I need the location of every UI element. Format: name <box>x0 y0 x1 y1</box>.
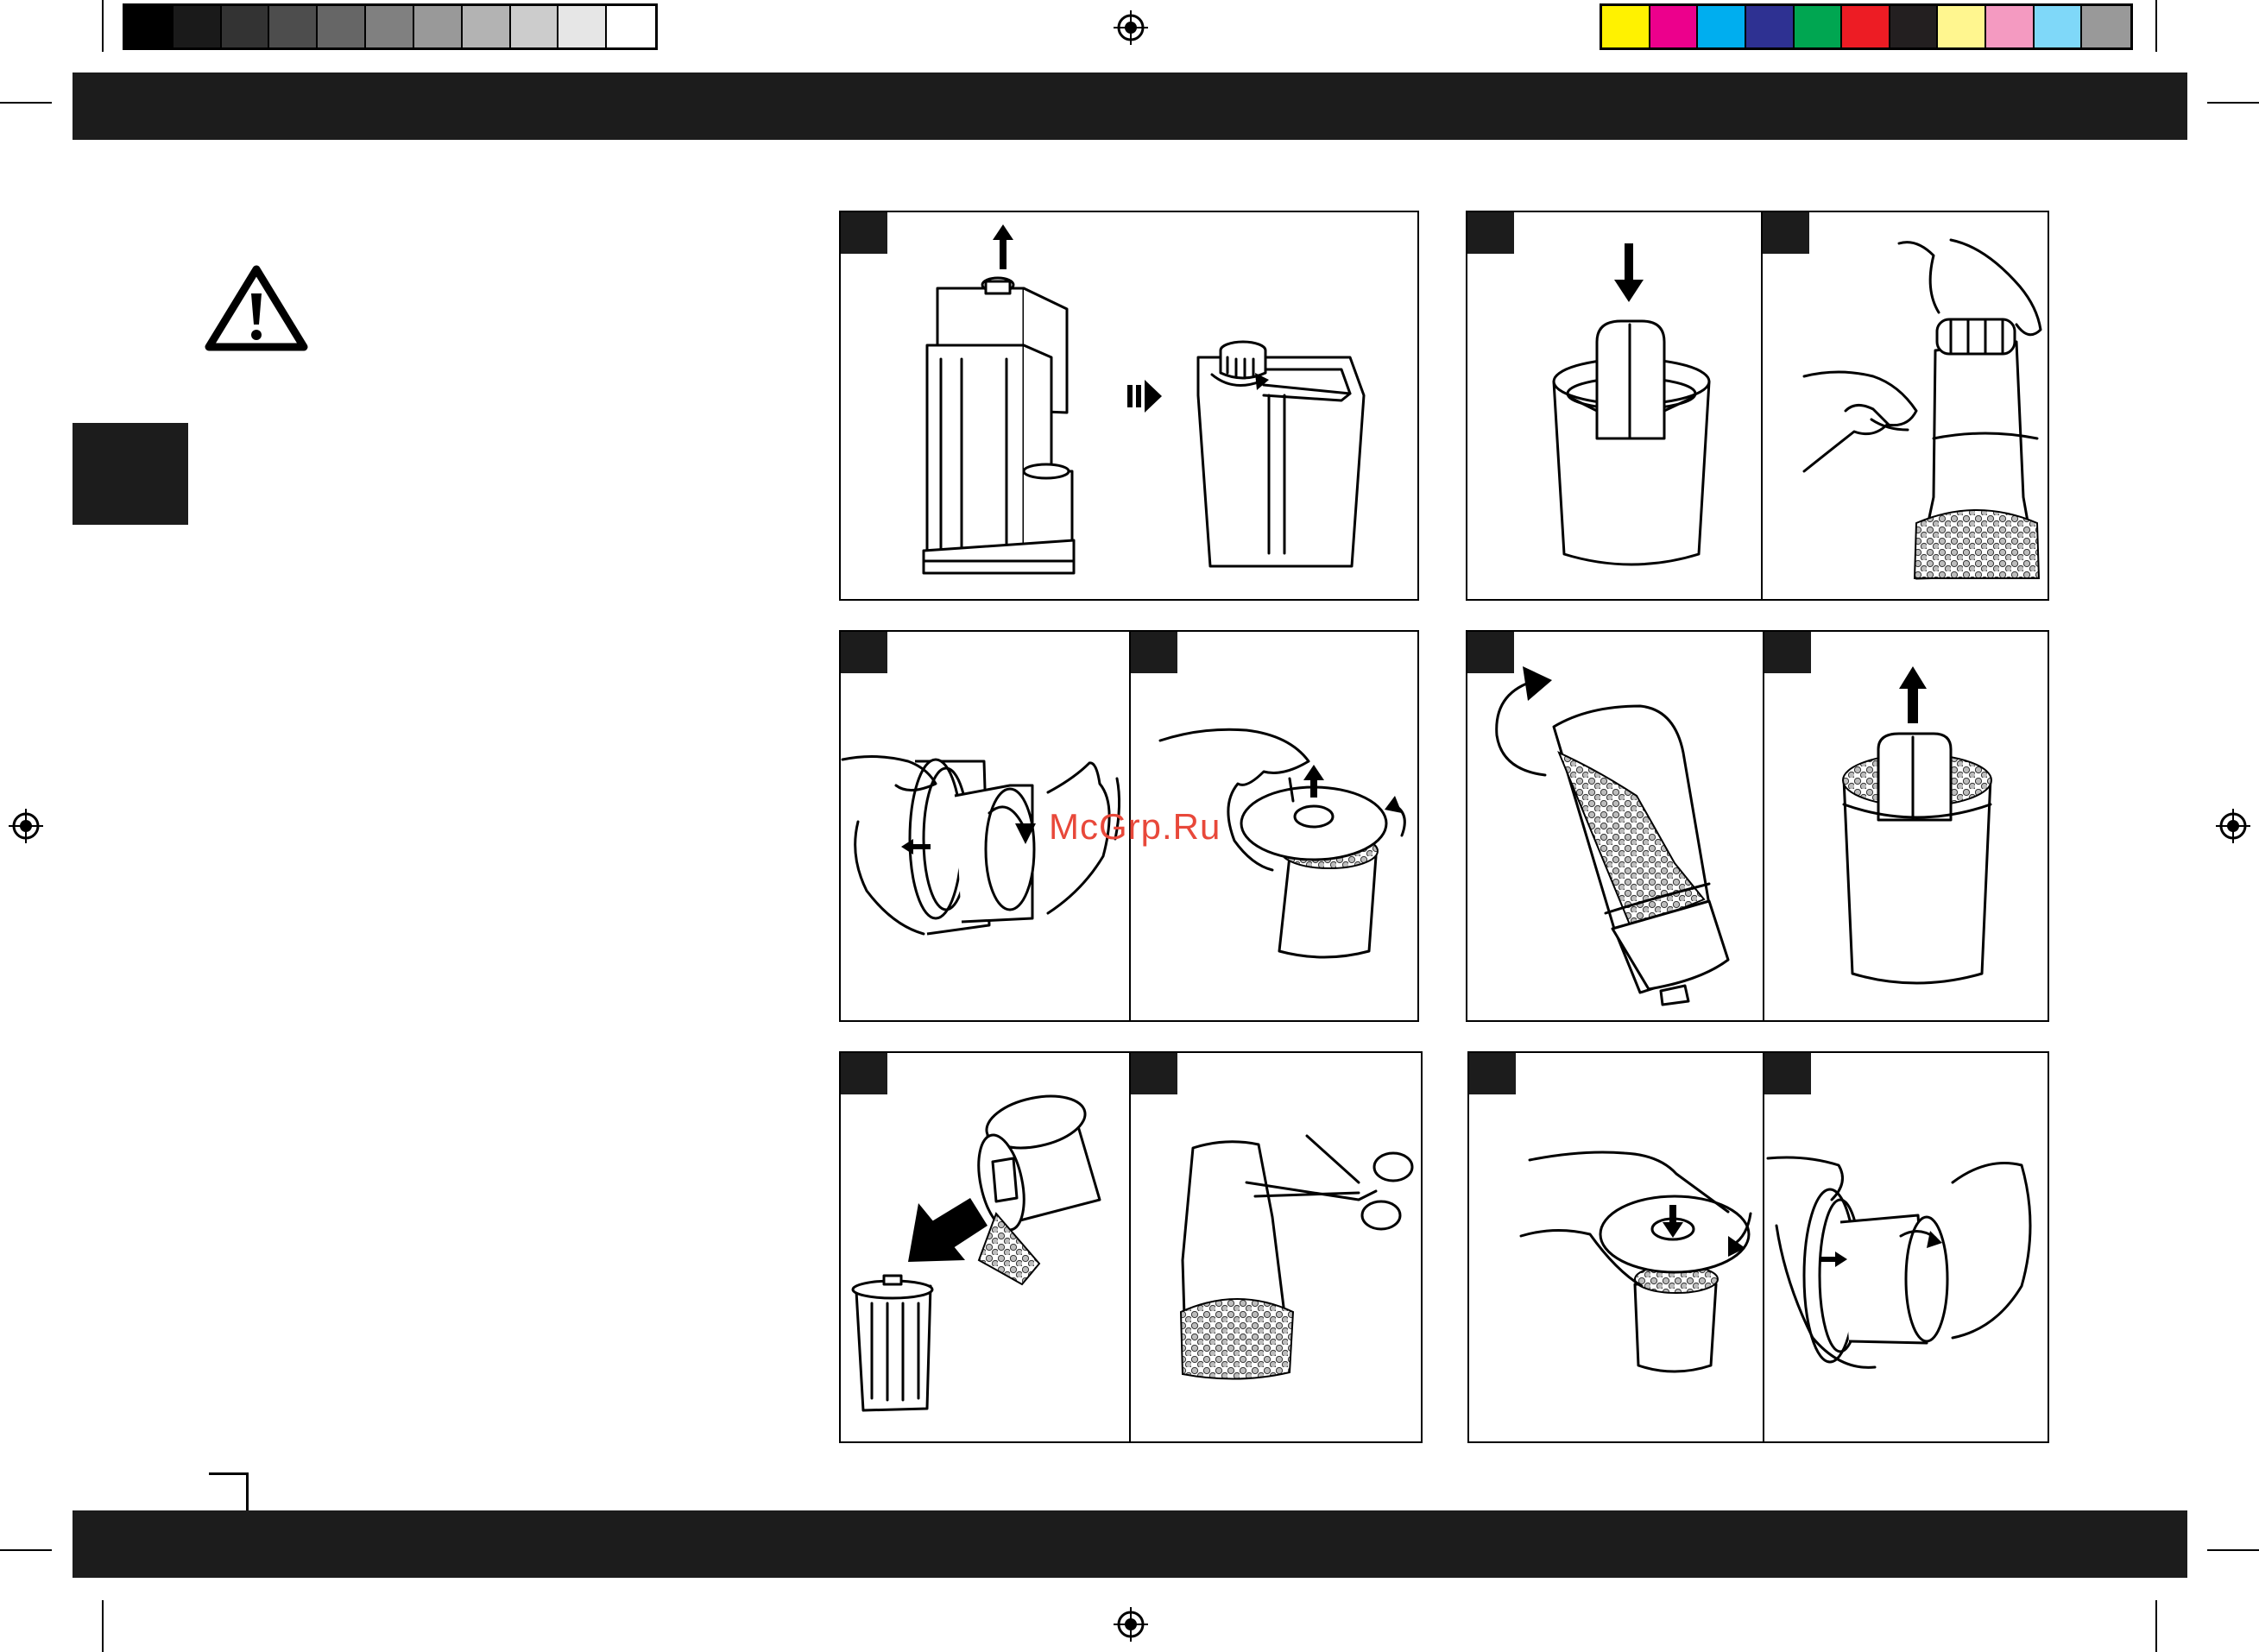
arrow-down-icon <box>1614 243 1644 302</box>
cartridge-illustrations <box>1552 238 2042 580</box>
shake-bag-illustrations <box>1495 666 1992 1006</box>
color-swatch <box>173 6 222 47</box>
language-tab <box>73 423 188 525</box>
color-swatch <box>2034 6 2083 47</box>
rotate-arrow-icon <box>1385 796 1406 837</box>
crop-mark <box>0 102 52 104</box>
discard-resin-illustrations <box>851 1094 1414 1412</box>
trash-bin-icon <box>851 1274 934 1412</box>
arrow-right-icon <box>1127 380 1162 413</box>
color-swatch <box>1842 6 1890 47</box>
registration-mark-icon <box>2216 809 2250 843</box>
lift-tank-illustration <box>922 224 1366 575</box>
crop-mark <box>102 0 104 52</box>
color-swatch <box>558 6 608 47</box>
warning-triangle-icon <box>204 264 309 351</box>
color-swatch <box>510 6 559 47</box>
footer-bar <box>73 1510 2187 1578</box>
color-swatch <box>462 6 511 47</box>
page-number-marker <box>209 1472 249 1510</box>
color-swatch <box>125 6 174 47</box>
color-swatch <box>366 6 414 47</box>
panel-10-11 <box>1467 1051 2049 1443</box>
crop-mark <box>0 1549 52 1551</box>
color-swatch <box>413 6 463 47</box>
registration-mark-icon <box>1114 10 1148 45</box>
crop-mark <box>2155 0 2157 52</box>
registration-mark-icon <box>1114 1607 1148 1642</box>
color-swatch-strip <box>1600 3 2133 50</box>
watermark-text: McGrp.Ru <box>1049 806 1221 847</box>
crop-mark <box>2207 1549 2259 1551</box>
rotate-arrow-icon <box>1495 666 1552 777</box>
color-swatch <box>1938 6 1987 47</box>
color-swatch <box>1986 6 2035 47</box>
arrow-up-icon <box>1899 666 1927 723</box>
color-swatch <box>1602 6 1650 47</box>
registration-mark-icon <box>9 809 43 843</box>
grayscale-swatch-strip <box>123 3 658 50</box>
color-swatch <box>1794 6 1843 47</box>
color-swatch <box>2082 6 2131 47</box>
color-swatch <box>1650 6 1699 47</box>
color-swatch <box>318 6 367 47</box>
panel-6-7 <box>1466 630 2049 1022</box>
crop-mark <box>102 1600 104 1652</box>
panel-8-9 <box>839 1051 1423 1443</box>
arrow-down-left-icon <box>908 1198 988 1262</box>
color-swatch <box>1698 6 1746 47</box>
crop-mark <box>2207 102 2259 104</box>
header-bar <box>73 73 2187 140</box>
color-swatch <box>1745 6 1795 47</box>
color-swatch <box>269 6 319 47</box>
panel-1 <box>839 211 1419 601</box>
arrow-up-icon <box>993 224 1013 269</box>
color-swatch <box>1890 6 1939 47</box>
color-swatch <box>607 6 655 47</box>
crop-mark <box>2155 1600 2157 1652</box>
reassemble-illustrations <box>1519 1151 2032 1373</box>
color-swatch <box>221 6 270 47</box>
panel-2-3 <box>1466 211 2049 601</box>
